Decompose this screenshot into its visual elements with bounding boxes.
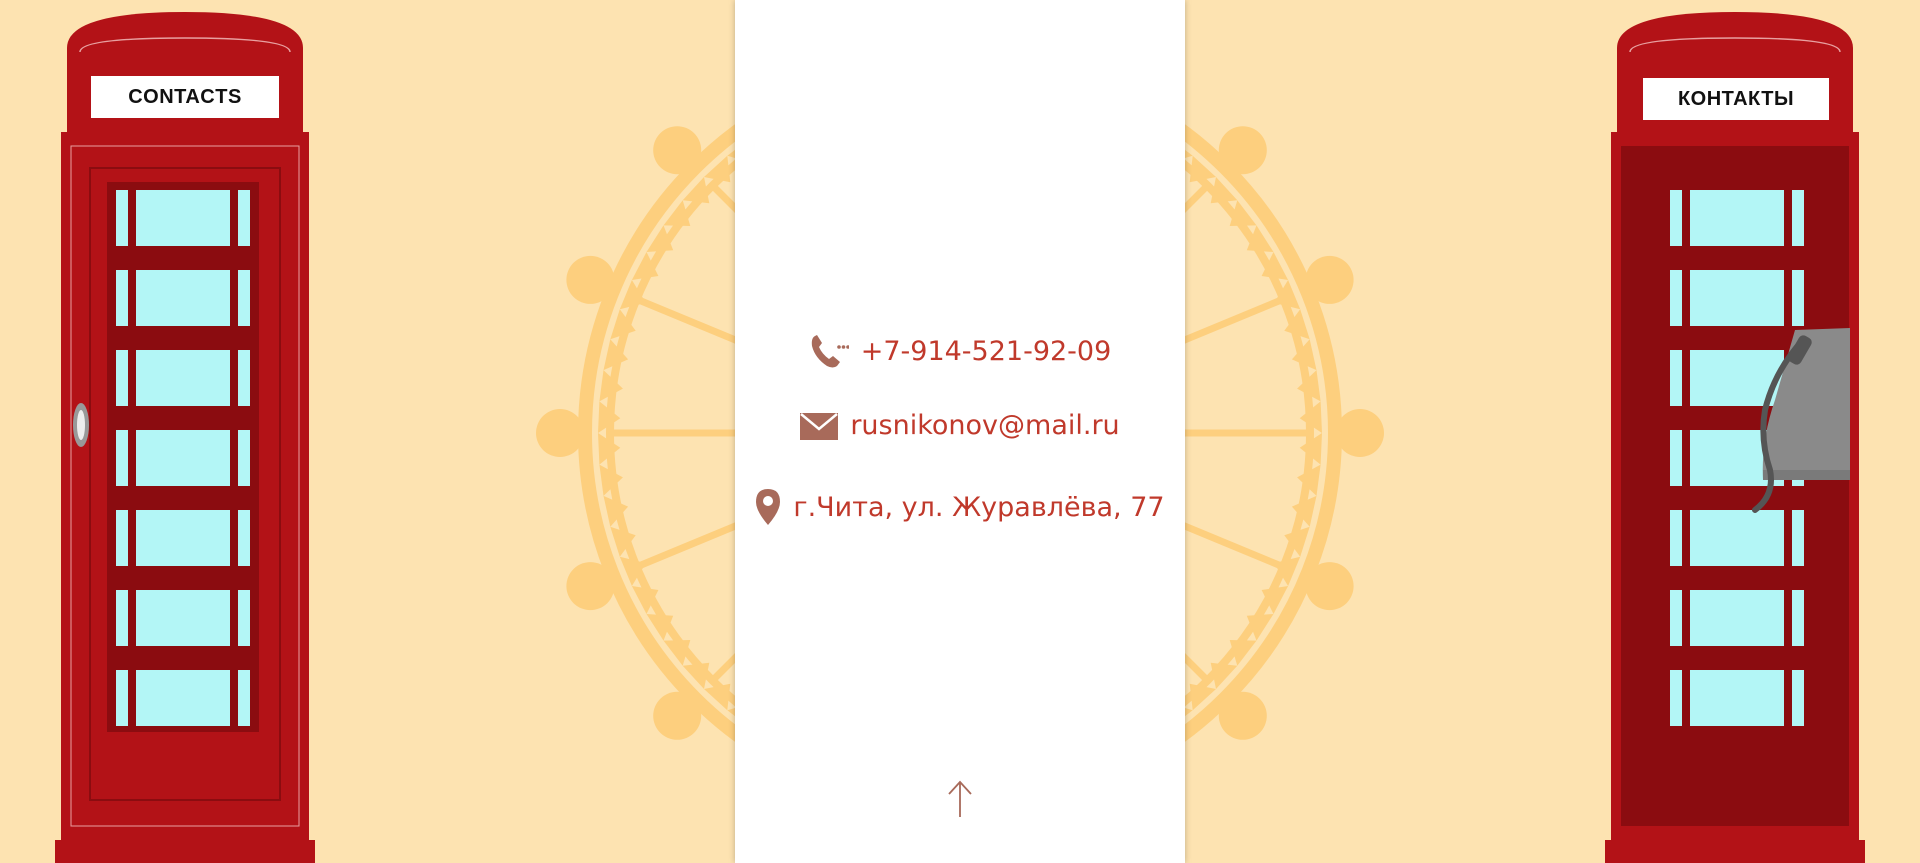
phone-booth-right: КОНТАКТЫ bbox=[1605, 0, 1865, 863]
phone-icon bbox=[809, 332, 849, 370]
booth-sign-left: CONTACTS bbox=[91, 76, 279, 118]
address-contact[interactable]: г.Чита, ул. Журавлёва, 77 bbox=[735, 488, 1185, 526]
booth-sign-right: КОНТАКТЫ bbox=[1643, 78, 1829, 120]
contact-panel: +7-914-521-92-09 rusnikonov@mail.ru г.Чи… bbox=[735, 0, 1185, 863]
arrow-up-icon bbox=[948, 780, 972, 817]
phone-number: +7-914-521-92-09 bbox=[860, 335, 1112, 367]
email-contact[interactable]: rusnikonov@mail.ru bbox=[735, 410, 1185, 441]
phone-booth-left: CONTACTS bbox=[55, 0, 315, 863]
email-address: rusnikonov@mail.ru bbox=[850, 410, 1120, 441]
map-pin-icon bbox=[755, 488, 781, 526]
phone-contact[interactable]: +7-914-521-92-09 bbox=[735, 332, 1185, 370]
street-address: г.Чита, ул. Журавлёва, 77 bbox=[793, 491, 1165, 523]
scroll-to-top-button[interactable] bbox=[940, 778, 980, 820]
envelope-icon bbox=[800, 411, 839, 441]
